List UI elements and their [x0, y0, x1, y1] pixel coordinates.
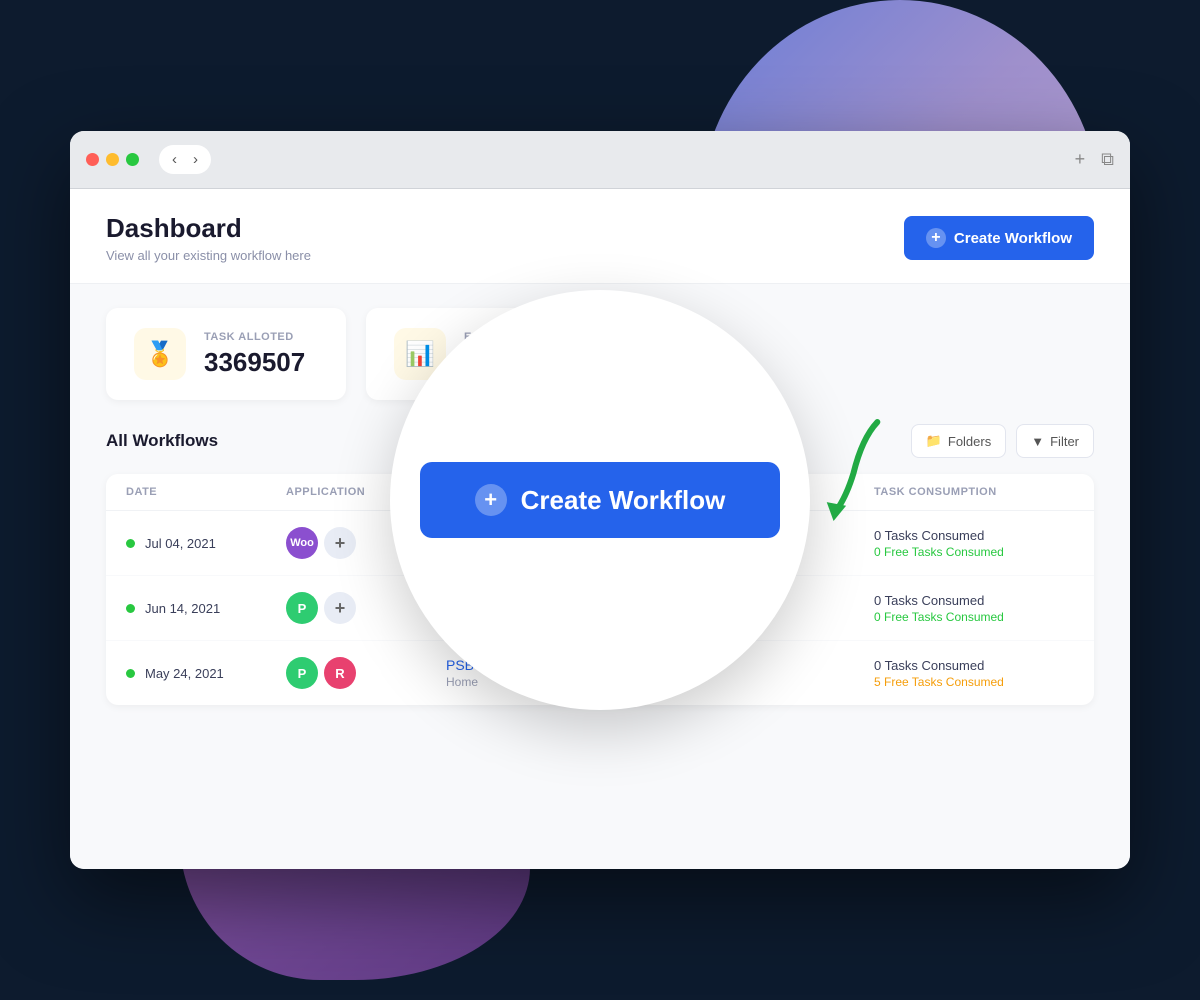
date-cell-2: Jun 14, 2021: [126, 601, 286, 616]
task-main-3: 0 Tasks Consumed: [874, 658, 1074, 673]
minimize-button[interactable]: [106, 153, 119, 166]
task-free-1: 0 Free Tasks Consumed: [874, 545, 1074, 559]
create-workflow-button[interactable]: + Create Workflow: [904, 216, 1094, 260]
page-header: Dashboard View all your existing workflo…: [70, 189, 1130, 284]
app-icon-plus-1: +: [324, 527, 356, 559]
header-date: DATE: [126, 486, 286, 498]
forward-button[interactable]: ›: [188, 149, 203, 170]
app-icon-plus-2: +: [324, 592, 356, 624]
folders-button[interactable]: 📁 Folders: [911, 424, 1007, 458]
back-button[interactable]: ‹: [167, 149, 182, 170]
date-value-3: May 24, 2021: [145, 666, 224, 681]
task-main-2: 0 Tasks Consumed: [874, 593, 1074, 608]
task-cell-3: 0 Tasks Consumed 5 Free Tasks Consumed: [874, 658, 1074, 689]
plus-circle-icon: +: [475, 484, 507, 516]
app-icon-p-3: P: [286, 657, 318, 689]
app-icon-r-3: R: [324, 657, 356, 689]
overlay-create-workflow-label: Create Workflow: [521, 485, 726, 516]
stat-label-alloted: TASK ALLOTED: [204, 331, 305, 343]
date-cell-1: Jul 04, 2021: [126, 536, 286, 551]
create-workflow-large-button[interactable]: + Create Workflow: [420, 462, 780, 538]
plus-icon: +: [926, 228, 946, 248]
task-free-2: 0 Free Tasks Consumed: [874, 610, 1074, 624]
filter-button[interactable]: ▼ Filter: [1016, 424, 1094, 458]
workflows-actions: 📁 Folders ▼ Filter: [911, 424, 1094, 458]
date-value-1: Jul 04, 2021: [145, 536, 216, 551]
task-cell-2: 0 Tasks Consumed 0 Free Tasks Consumed: [874, 593, 1074, 624]
stat-icon-alloted: 🏅: [134, 328, 186, 380]
stat-card-alloted: 🏅 TASK ALLOTED 3369507: [106, 308, 346, 400]
task-free-3: 5 Free Tasks Consumed: [874, 675, 1074, 689]
folder-icon: 📁: [926, 433, 942, 449]
status-dot-2: [126, 604, 135, 613]
app-icons-3: P R: [286, 657, 446, 689]
browser-chrome: ‹ › + ⧉: [70, 131, 1130, 189]
status-dot-1: [126, 539, 135, 548]
header-left: Dashboard View all your existing workflo…: [106, 213, 311, 263]
stat-info-alloted: TASK ALLOTED 3369507: [204, 331, 305, 378]
status-dot-3: [126, 669, 135, 678]
new-tab-button[interactable]: +: [1075, 149, 1086, 170]
app-icon-woo-1: Woo: [286, 527, 318, 559]
page-subtitle: View all your existing workflow here: [106, 248, 311, 263]
duplicate-button[interactable]: ⧉: [1101, 149, 1114, 170]
browser-actions: + ⧉: [1075, 149, 1114, 170]
filter-label: Filter: [1050, 434, 1079, 449]
nav-buttons: ‹ ›: [159, 145, 211, 174]
task-cell-1: 0 Tasks Consumed 0 Free Tasks Consumed: [874, 528, 1074, 559]
workflows-title: All Workflows: [106, 431, 218, 451]
traffic-lights: [86, 153, 139, 166]
filter-icon: ▼: [1031, 434, 1044, 449]
app-icon-p-2: P: [286, 592, 318, 624]
task-main-1: 0 Tasks Consumed: [874, 528, 1074, 543]
close-button[interactable]: [86, 153, 99, 166]
folders-label: Folders: [948, 434, 991, 449]
create-workflow-label: Create Workflow: [954, 230, 1072, 247]
date-value-2: Jun 14, 2021: [145, 601, 220, 616]
stat-value-alloted: 3369507: [204, 347, 305, 378]
page-title: Dashboard: [106, 213, 311, 244]
overlay-circle: + Create Workflow: [390, 290, 810, 710]
maximize-button[interactable]: [126, 153, 139, 166]
date-cell-3: May 24, 2021: [126, 666, 286, 681]
